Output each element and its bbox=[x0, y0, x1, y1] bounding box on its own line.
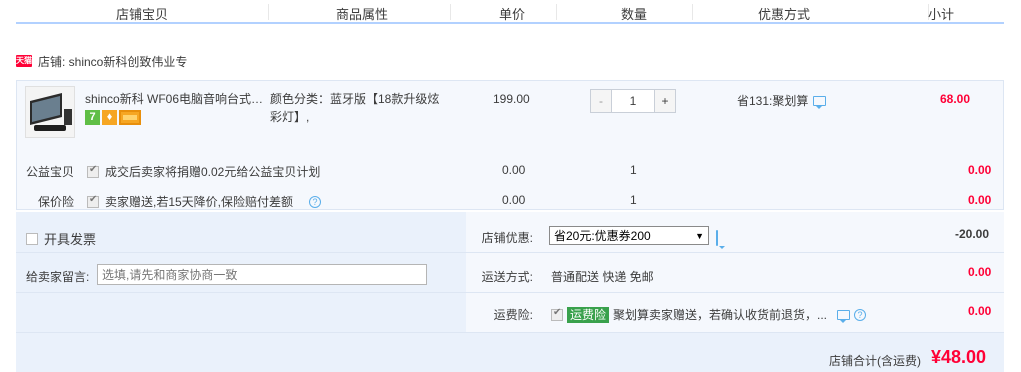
credit-card-icon[interactable] bbox=[119, 110, 141, 125]
divider bbox=[16, 332, 1004, 333]
tmall-icon: 天猫 bbox=[16, 55, 32, 67]
product-title[interactable]: shinco新科 WF06电脑音响台式… bbox=[85, 90, 263, 107]
price-protect-option: 卖家赠送,若15天降价,保险赔付差额 ? bbox=[87, 193, 322, 210]
shipping-label: 运送方式: bbox=[481, 270, 533, 284]
item-subtotal: 68.00 bbox=[940, 92, 971, 106]
freight-insurance-label: 运费险: bbox=[493, 308, 533, 322]
message-label: 给卖家留言: bbox=[26, 270, 90, 284]
invoice-option: 开具发票 bbox=[26, 229, 96, 248]
coupon-selected-value: 省20元:优惠券200 bbox=[554, 229, 651, 243]
charity-option: 成交后卖家将捐赠0.02元给公益宝贝计划 bbox=[87, 163, 320, 180]
shop-discount-value: -20.00 bbox=[955, 227, 990, 241]
price-protect-label: 保价险 bbox=[38, 195, 75, 209]
price-protect-desc: 卖家赠送,若15天降价,保险赔付差额 bbox=[105, 195, 294, 209]
header-col-unit-price: 单价 bbox=[499, 7, 526, 22]
coupon-select[interactable]: 省20元:优惠券200 ▼ bbox=[549, 226, 709, 245]
header-separator bbox=[556, 4, 557, 20]
charity-price: 0.00 bbox=[502, 163, 526, 177]
quantity-input[interactable] bbox=[611, 90, 655, 112]
chat-bubble-icon[interactable] bbox=[813, 95, 827, 109]
gift-icon[interactable]: ♦ bbox=[102, 110, 117, 125]
shop-total-value: ¥48.00 bbox=[931, 347, 987, 367]
charity-qty: 1 bbox=[630, 163, 637, 177]
service-badges: 7 ♦ bbox=[85, 110, 141, 125]
message-input[interactable] bbox=[97, 264, 427, 285]
header-col-attributes: 商品属性 bbox=[336, 7, 389, 22]
seven-day-return-icon[interactable]: 7 bbox=[85, 110, 100, 125]
charity-desc: 成交后卖家将捐赠0.02元给公益宝贝计划 bbox=[105, 165, 321, 179]
freight-insurance-tag: 运费险 bbox=[567, 306, 610, 323]
invoice-label: 开具发票 bbox=[44, 232, 97, 247]
header-col-shop-item: 店铺宝贝 bbox=[116, 7, 169, 22]
help-icon[interactable]: ? bbox=[309, 195, 322, 208]
charity-subtotal: 0.00 bbox=[968, 163, 992, 177]
discount-text: 省131:聚划算 bbox=[737, 94, 809, 108]
product-attributes: 颜色分类：蓝牙版【18款升级炫彩灯】, bbox=[270, 92, 440, 124]
invoice-checkbox[interactable] bbox=[26, 232, 38, 245]
price-protect-checkbox[interactable] bbox=[87, 194, 99, 208]
header-separator bbox=[450, 4, 451, 20]
shop-line: 天猫 店铺: shinco新科创致伟业专 bbox=[16, 52, 187, 70]
freight-insurance-fee: 0.00 bbox=[968, 304, 992, 318]
divider bbox=[16, 252, 1004, 253]
shop-total-label: 店铺合计(含运费) bbox=[829, 354, 921, 368]
price-protect-price: 0.00 bbox=[502, 193, 526, 207]
shipping-method: 普通配送 快递 免邮 bbox=[551, 270, 654, 284]
chevron-down-icon: ▼ bbox=[695, 230, 704, 241]
chat-bubble-icon[interactable] bbox=[716, 230, 718, 246]
divider bbox=[16, 292, 1004, 293]
shop-name[interactable]: 店铺: shinco新科创致伟业专 bbox=[38, 53, 187, 70]
freight-insurance-desc: 聚划算卖家赠送，若确认收货前退货，... bbox=[613, 308, 828, 322]
quantity-decrease-button[interactable]: - bbox=[591, 90, 611, 112]
header-col-quantity: 数量 bbox=[621, 7, 648, 22]
quantity-increase-button[interactable]: + bbox=[655, 90, 675, 112]
chat-bubble-icon[interactable] bbox=[837, 309, 851, 323]
help-icon[interactable]: ? bbox=[854, 308, 867, 321]
charity-label: 公益宝贝 bbox=[26, 165, 75, 179]
shipping-fee: 0.00 bbox=[968, 265, 992, 279]
charity-checkbox[interactable] bbox=[87, 164, 99, 178]
header-col-discount: 优惠方式 bbox=[758, 7, 811, 22]
shop-discount-label: 店铺优惠: bbox=[481, 231, 533, 245]
price-protect-subtotal: 0.00 bbox=[968, 193, 992, 207]
header-separator bbox=[692, 4, 693, 20]
header-separator bbox=[268, 4, 269, 20]
unit-price: 199.00 bbox=[493, 92, 530, 106]
price-protect-qty: 1 bbox=[630, 193, 637, 207]
freight-insurance-checkbox[interactable] bbox=[551, 307, 563, 321]
freight-insurance-option: 运费险 聚划算卖家赠送，若确认收货前退货，... ? bbox=[551, 306, 867, 323]
header-col-subtotal: 小计 bbox=[928, 7, 955, 22]
product-thumbnail[interactable] bbox=[25, 86, 75, 138]
quantity-stepper: - + bbox=[590, 89, 676, 113]
discount-info: 省131:聚划算 bbox=[737, 92, 827, 109]
cart-header: 店铺宝贝 商品属性 单价 数量 优惠方式 小计 bbox=[16, 0, 1004, 24]
